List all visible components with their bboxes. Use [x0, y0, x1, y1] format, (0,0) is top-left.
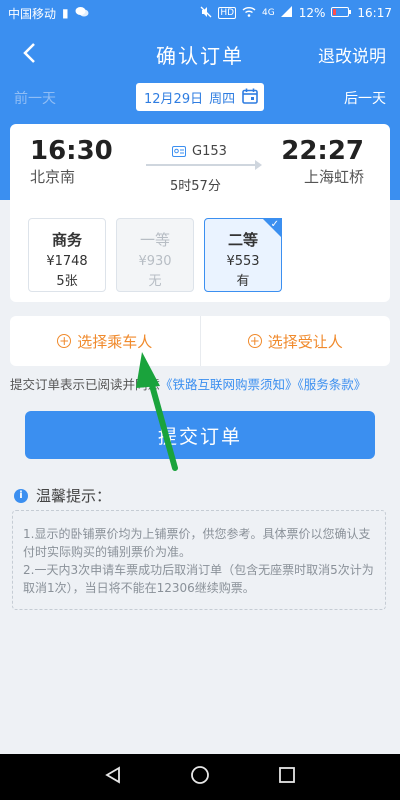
seat-availability: 有: [236, 274, 250, 289]
date-label: 12月29日: [144, 91, 204, 107]
train-info-card: 16:30 北京南 G153 5时57分 22:27 上海虹桥 商务 ¥1748…: [10, 124, 390, 302]
clock: 16:17: [357, 6, 392, 20]
status-bar: 中国移动 ▮ HD 4G 12% 16:17: [0, 0, 400, 26]
navigation-bar: 确认订单 退改说明: [0, 30, 400, 76]
date-picker[interactable]: 12月29日 周四: [136, 83, 264, 111]
ticket-icon: [172, 146, 186, 157]
seat-class: 商务: [51, 231, 82, 249]
select-passenger-label: 选择乘车人: [77, 332, 153, 351]
info-icon: i: [14, 488, 28, 503]
hd-icon: HD: [218, 7, 237, 19]
seat-price: ¥553: [226, 254, 260, 269]
arrival-station: 上海虹桥: [303, 168, 364, 186]
wifi-icon: [242, 6, 256, 20]
plus-circle-icon: +: [247, 334, 262, 348]
date-selector: 前一天 12月29日 周四 后一天: [0, 82, 400, 112]
arrival-time: 22:27: [281, 136, 364, 166]
sim-icon: ▮: [62, 6, 69, 20]
seat-option-business[interactable]: 商务 ¥1748 5张: [28, 218, 106, 292]
mute-icon: [200, 6, 212, 21]
tips-header: i 温馨提示：: [14, 485, 111, 506]
seat-option-second-class[interactable]: ✓ 二等 ¥553 有: [204, 218, 282, 292]
select-transferee-label: 选择受让人: [267, 332, 343, 351]
system-navigation-bar: [0, 754, 400, 800]
weekday-label: 周四: [209, 91, 236, 107]
seat-price: ¥1748: [46, 254, 88, 269]
trip-duration: 5时57分: [170, 179, 221, 194]
seat-price: ¥930: [138, 254, 172, 269]
train-number-label: G153: [192, 144, 227, 159]
home-circle-icon[interactable]: [190, 765, 210, 789]
ticket-notice-link[interactable]: 《铁路互联网购票须知》: [160, 377, 298, 392]
tip-line: 2.一天内3次申请车票成功后取消订单（包含无座票时取消5次计为取消1次），当日将…: [23, 563, 374, 595]
departure-station: 北京南: [30, 168, 76, 186]
battery-percent: 12%: [298, 6, 326, 20]
signal-icon: [280, 6, 293, 20]
prev-day-button[interactable]: 前一天: [14, 88, 56, 108]
train-number[interactable]: G153: [172, 144, 227, 159]
agreement-text: 提交订单表示已阅读并同意《铁路互联网购票须知》《服务条款》: [10, 374, 400, 393]
seat-option-first-class[interactable]: 一等 ¥930 无: [116, 218, 194, 292]
select-transferee-button[interactable]: + 选择受让人: [201, 316, 391, 366]
select-passenger-button[interactable]: + 选择乘车人: [10, 316, 200, 366]
refund-policy-link[interactable]: 退改说明: [318, 42, 386, 67]
carrier-label: 中国移动: [8, 6, 57, 21]
tips-box: 1.显示的卧铺票价均为上铺票价，供您参考。具体票价以您确认支付时实际购买的铺别票…: [12, 510, 386, 610]
terms-link[interactable]: 《服务条款》: [298, 377, 367, 392]
calendar-icon: [242, 88, 258, 108]
submit-order-button[interactable]: 提交订单: [25, 411, 375, 459]
route-arrow: [146, 160, 262, 170]
seat-class: 一等: [139, 231, 170, 249]
tip-line: 1.显示的卧铺票价均为上铺票价，供您参考。具体票价以您确认支付时实际购买的铺别票…: [23, 527, 371, 559]
checkmark-icon: ✓: [270, 219, 279, 230]
battery-icon: [331, 6, 352, 20]
seat-availability: 无: [148, 274, 162, 289]
recents-square-icon[interactable]: [278, 766, 296, 788]
seat-availability: 5张: [56, 274, 78, 289]
tips-title: 温馨提示：: [36, 487, 112, 505]
agreement-prefix: 提交订单表示已阅读并同意: [10, 377, 161, 392]
passenger-selection-card: + 选择乘车人 + 选择受让人: [10, 316, 390, 366]
departure-time: 16:30: [30, 136, 113, 166]
network-label: 4G: [262, 8, 275, 18]
plus-circle-icon: +: [57, 334, 72, 348]
wechat-icon: [75, 6, 89, 21]
back-triangle-icon[interactable]: [104, 766, 122, 788]
next-day-button[interactable]: 后一天: [344, 88, 386, 108]
